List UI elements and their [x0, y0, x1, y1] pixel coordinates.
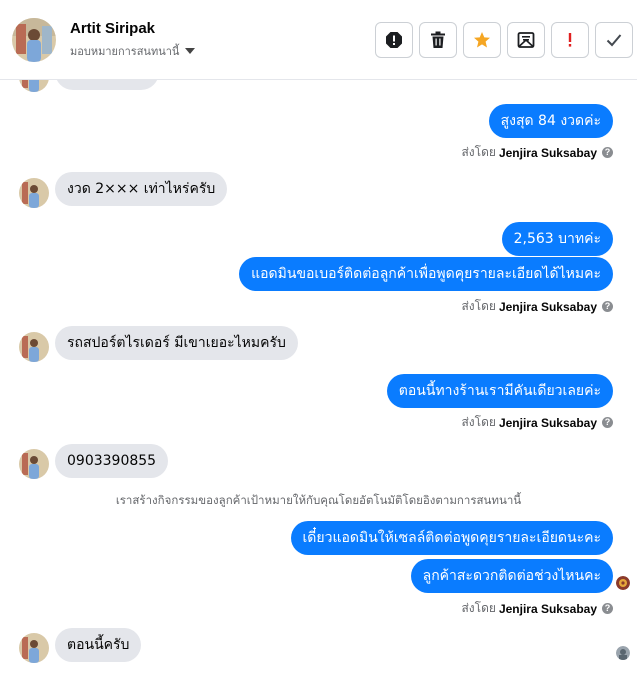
mark-done-button[interactable]	[595, 22, 633, 58]
sent-by-label: ส่งโดย Jenjira Suksabay ?	[461, 143, 613, 162]
conversation-actions	[375, 22, 633, 58]
contact-avatar[interactable]	[12, 18, 56, 62]
report-spam-button[interactable]	[375, 22, 413, 58]
mark-unread-button[interactable]	[507, 22, 545, 58]
incoming-message-bubble[interactable]: ตอนนี้ครับ	[55, 628, 142, 662]
outgoing-message-bubble[interactable]: ลูกค้าสะดวกติดต่อช่วงไหนคะ	[410, 559, 613, 593]
incoming-message-bubble[interactable]: รถสปอร์ตไรเดอร์ มีเขาเยอะไหมครับ	[55, 326, 298, 360]
assign-conversation-dropdown[interactable]: มอบหมายการสนทนานี้	[70, 42, 196, 60]
outgoing-message-bubble[interactable]: แอดมินขอเบอร์ติดต่อลูกค้าเพื่อพูดคุยรายล…	[239, 257, 613, 291]
conversation-header: Artit Siripak มอบหมายการสนทนานี้	[0, 0, 637, 80]
sender-name[interactable]: Jenjira Suksabay	[499, 602, 597, 616]
caret-down-icon	[185, 48, 196, 54]
seen-indicator-avatar	[616, 646, 630, 660]
star-icon	[474, 32, 490, 48]
incoming-message-bubble[interactable]: งวด 2××× เท่าไหร่ครับ	[55, 172, 228, 206]
sent-by-label: ส่งโดย Jenjira Suksabay ?	[461, 599, 613, 618]
contact-mini-avatar	[19, 178, 49, 208]
assign-label: มอบหมายการสนทนานี้	[70, 45, 180, 58]
outgoing-message-bubble[interactable]: 2,563 บาทค่ะ	[501, 222, 613, 256]
delete-button[interactable]	[419, 22, 457, 58]
seen-indicator-avatar	[616, 576, 630, 590]
important-icon	[568, 33, 572, 47]
incoming-message-bubble[interactable]: 0903390855	[55, 444, 169, 478]
sender-name[interactable]: Jenjira Suksabay	[499, 146, 597, 160]
sent-by-label: ส่งโดย Jenjira Suksabay ?	[461, 297, 613, 316]
contact-name[interactable]: Artit Siripak	[70, 20, 155, 37]
help-icon[interactable]: ?	[602, 147, 613, 158]
trash-icon	[431, 31, 445, 48]
mark-unread-icon	[517, 32, 535, 48]
report-spam-icon	[386, 32, 402, 48]
message-thread[interactable]: สูงสุด 84 งวดค่ะ ส่งโดย Jenjira Suksabay…	[0, 80, 637, 692]
sender-name[interactable]: Jenjira Suksabay	[499, 300, 597, 314]
outgoing-message-bubble[interactable]: สูงสุด 84 งวดค่ะ	[488, 104, 613, 138]
help-icon[interactable]: ?	[602, 603, 613, 614]
system-note: เราสร้างกิจกรรมของลูกค้าเป้าหมายให้กับคุ…	[115, 493, 522, 507]
sent-by-label: ส่งโดย Jenjira Suksabay ?	[461, 413, 613, 432]
outgoing-message-bubble[interactable]: เดี๋ยวแอดมินให้เซลล์ติดต่อพูดคุยรายละเอี…	[290, 521, 613, 555]
contact-mini-avatar	[19, 80, 49, 92]
contact-mini-avatar	[19, 633, 49, 663]
check-icon	[606, 34, 622, 47]
outgoing-message-bubble[interactable]: ตอนนี้ทางร้านเรามีคันเดียวเลยค่ะ	[386, 374, 613, 408]
help-icon[interactable]: ?	[602, 417, 613, 428]
incoming-message-bubble[interactable]	[55, 80, 159, 90]
sender-name[interactable]: Jenjira Suksabay	[499, 416, 597, 430]
contact-mini-avatar	[19, 332, 49, 362]
mark-important-button[interactable]	[551, 22, 589, 58]
contact-mini-avatar	[19, 449, 49, 479]
star-button[interactable]	[463, 22, 501, 58]
help-icon[interactable]: ?	[602, 301, 613, 312]
